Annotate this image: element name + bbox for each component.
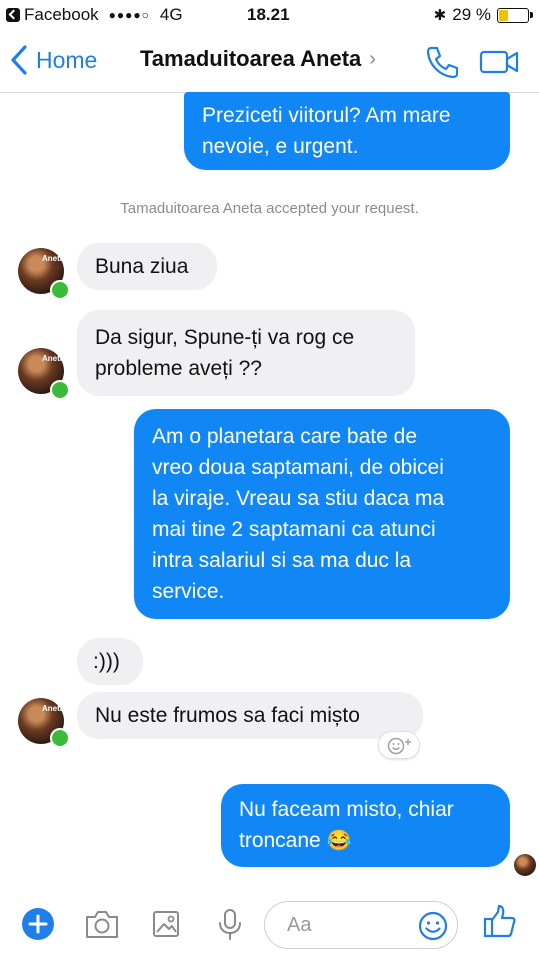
- message-line: Nu este frumos sa faci mișto: [95, 704, 360, 727]
- voice-button[interactable]: [212, 906, 248, 942]
- clock: 18.21: [247, 5, 290, 24]
- contact-name: Tamaduitoarea Aneta: [140, 46, 362, 71]
- message-line: vreo doua saptamani, de obicei: [152, 456, 444, 479]
- composer-bar: Aa: [0, 892, 539, 960]
- plus-icon: [22, 908, 54, 940]
- message-line: :))): [93, 650, 120, 673]
- carrier-label: Facebook: [24, 5, 99, 24]
- video-camera-icon: [479, 50, 519, 74]
- network-type: 4G: [159, 5, 183, 24]
- avatar-label: Aneta: [42, 254, 64, 263]
- message-incoming[interactable]: Nu este frumos sa faci mișto: [77, 692, 423, 739]
- battery-fill: [499, 9, 508, 21]
- back-label: Home: [36, 46, 98, 73]
- read-receipt-avatar: [514, 854, 536, 876]
- status-right: ✱ 29 %: [433, 5, 533, 25]
- message-line: Am o planetara care bate de: [152, 425, 418, 448]
- microphone-icon: [219, 909, 241, 940]
- gallery-button[interactable]: [148, 906, 184, 942]
- chevron-right-icon: ›: [369, 47, 376, 70]
- camera-icon: [86, 911, 118, 938]
- message-line: Nu faceam misto, chiar: [239, 798, 454, 821]
- message-line: probleme aveți ??: [95, 357, 262, 380]
- message-line: nevoie, e urgent.: [202, 135, 359, 158]
- conversation-header: Home Tamaduitoarea Aneta ›: [0, 30, 539, 93]
- like-button[interactable]: [480, 902, 520, 942]
- message-incoming[interactable]: Buna ziua: [77, 243, 217, 290]
- add-reaction-icon: [387, 737, 411, 755]
- status-bar: Facebook ●●●●○ 4G 18.21 ✱ 29 %: [0, 0, 539, 30]
- back-button[interactable]: Home: [8, 44, 97, 76]
- battery-icon: [497, 7, 533, 23]
- message-outgoing[interactable]: Preziceti viitorul? Am mare nevoie, e ur…: [184, 92, 510, 170]
- message-incoming[interactable]: Da sigur, Spune-ți va rog ce probleme av…: [77, 310, 415, 396]
- message-line: mai tine 2 saptamani ca atunci: [152, 518, 436, 541]
- contact-name-button[interactable]: Tamaduitoarea Aneta ›: [140, 46, 376, 72]
- avatar-label: Aneta: [42, 354, 64, 363]
- back-to-app[interactable]: Facebook ●●●●○ 4G: [6, 5, 183, 25]
- online-indicator: [50, 728, 70, 748]
- online-indicator: [50, 380, 70, 400]
- emoji-icon[interactable]: [417, 910, 449, 942]
- online-indicator: [50, 280, 70, 300]
- message-input[interactable]: Aa: [264, 901, 458, 949]
- message-line-with-emoji: troncane 😂: [239, 825, 492, 857]
- system-message: Tamaduitoarea Aneta accepted your reques…: [120, 200, 419, 217]
- message-line: service.: [152, 580, 225, 603]
- bluetooth-icon: ✱: [433, 7, 447, 24]
- back-arrow-icon: [6, 8, 20, 22]
- message-line: troncane: [239, 829, 321, 852]
- message-outgoing[interactable]: Nu faceam misto, chiar troncane 😂: [221, 784, 510, 867]
- message-outgoing[interactable]: Am o planetara care bate de vreo doua sa…: [134, 409, 510, 619]
- phone-icon: [426, 46, 459, 79]
- laughing-emoji-icon: 😂: [326, 830, 352, 852]
- message-line: Buna ziua: [95, 255, 189, 278]
- battery-percent: 29 %: [452, 5, 491, 24]
- more-button[interactable]: [20, 906, 56, 942]
- message-line: Da sigur, Spune-ți va rog ce: [95, 326, 355, 349]
- message-input-placeholder: Aa: [287, 914, 312, 936]
- camera-button[interactable]: [83, 906, 119, 942]
- message-line: la viraje. Vreau sa stiu daca ma: [152, 487, 445, 510]
- message-line: intra salariul si sa ma duc la: [152, 549, 412, 572]
- video-call-button[interactable]: [478, 42, 522, 82]
- message-line: Preziceti viitorul? Am mare: [202, 104, 451, 127]
- add-reaction-button[interactable]: [378, 731, 420, 759]
- chevron-left-icon: [11, 45, 27, 75]
- signal-strength-icon: ●●●●○: [108, 8, 150, 22]
- like-icon: [483, 904, 516, 938]
- message-incoming[interactable]: :))): [77, 638, 143, 685]
- image-icon: [153, 911, 179, 937]
- avatar-label: Aneta: [42, 704, 64, 713]
- call-button[interactable]: [422, 42, 462, 82]
